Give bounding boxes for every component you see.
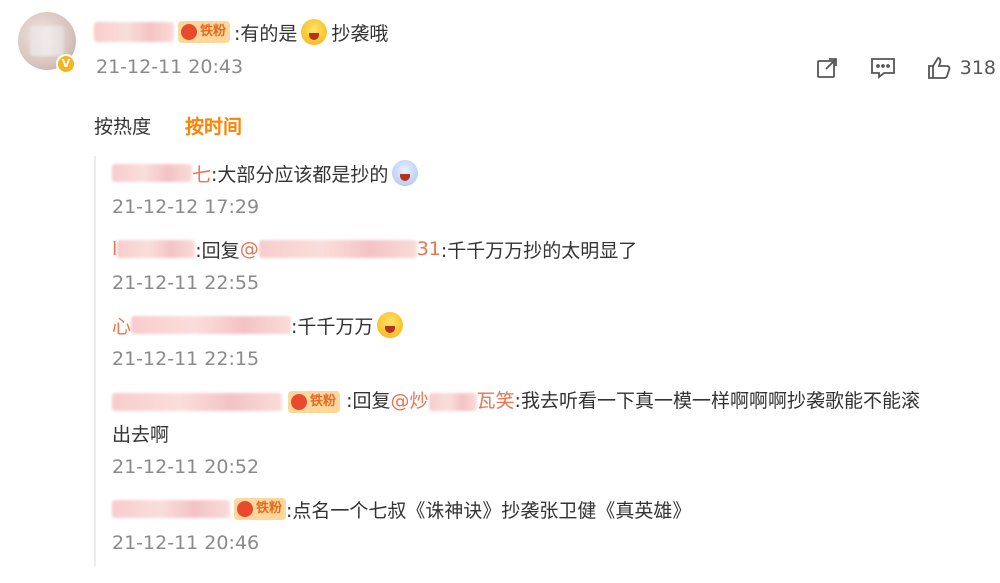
main-comment-text: :有的是 bbox=[234, 22, 298, 45]
reply-item: l :回复 @ 31 :千千万万抄的太明显了 21-12-11 22:55 bbox=[112, 234, 637, 294]
reply-username-suffix[interactable]: 七 bbox=[192, 160, 211, 187]
reply-mention-blurred[interactable] bbox=[428, 392, 477, 411]
reply-username-blurred[interactable] bbox=[131, 316, 292, 334]
reply-text-line2: 出去啊 bbox=[112, 424, 170, 446]
sort-by-hot-tab[interactable]: 按热度 bbox=[94, 112, 151, 139]
reply-time: 21-12-11 22:55 bbox=[112, 272, 260, 294]
reply-username-prefix[interactable]: 心 bbox=[112, 312, 131, 339]
fan-badge: 铁粉 bbox=[178, 21, 231, 43]
surprised-emoji-icon bbox=[301, 19, 328, 45]
reply-mention-start[interactable]: @炒 bbox=[391, 390, 429, 412]
comment-actions: 318 bbox=[784, 50, 1000, 86]
reply-thread: 七 :大部分应该都是抄的 21-12-12 17:29 l :回复 @ 31 :… bbox=[94, 156, 1000, 566]
reply-text: :我去听看一下真一模一样啊啊啊抄袭歌能不能滚 bbox=[514, 390, 920, 412]
share-icon[interactable] bbox=[814, 55, 840, 81]
reply-text: :千千万万抄的太明显了 bbox=[440, 239, 638, 262]
reply-username-blurred[interactable] bbox=[112, 164, 192, 182]
reply-time: 21-12-11 22:15 bbox=[112, 348, 260, 370]
username-blurred[interactable] bbox=[94, 22, 174, 42]
reply-time: 21-12-11 20:52 bbox=[112, 456, 260, 478]
reply-mention-start[interactable]: @ bbox=[240, 238, 259, 260]
comment-icon[interactable] bbox=[870, 55, 896, 81]
reply-time: 21-12-12 17:29 bbox=[112, 196, 260, 218]
reply-time: 21-12-11 20:46 bbox=[112, 532, 260, 554]
reply-mention-end[interactable]: 31 bbox=[417, 238, 441, 260]
reply-text: :大部分应该都是抄的 bbox=[211, 163, 389, 186]
reply-mention-end[interactable]: 瓦笑 bbox=[477, 390, 515, 412]
reply-item: 七 :大部分应该都是抄的 21-12-12 17:29 bbox=[112, 158, 419, 218]
reply-label: :回复 bbox=[346, 390, 391, 412]
verified-badge-icon: V bbox=[56, 54, 76, 74]
reply-username-blurred[interactable] bbox=[117, 240, 196, 258]
sort-bar: 按热度 按时间 bbox=[94, 112, 242, 139]
shocked-emoji-icon bbox=[392, 160, 419, 186]
reply-text: :点名一个七叔《诛神诀》抄袭张卫健《真英雄》 bbox=[286, 499, 692, 522]
laughing-crying-emoji-icon bbox=[377, 312, 404, 338]
main-comment-line: 铁粉 :有的是 抄袭哦 bbox=[94, 18, 388, 46]
reply-item: 铁粉 :回复@炒 瓦笑:我去听看一下真一模一样啊啊啊抄袭歌能不能滚 出去啊 21-… bbox=[112, 384, 992, 478]
reply-username-blurred[interactable] bbox=[112, 500, 230, 518]
thumbs-up-icon[interactable] bbox=[926, 55, 952, 81]
fan-badge: 铁粉 bbox=[234, 498, 287, 520]
reply-text: :千千万万 bbox=[291, 315, 374, 338]
like-count: 318 bbox=[959, 57, 996, 79]
reply-item: 铁粉 :点名一个七叔《诛神诀》抄袭张卫健《真英雄》 21-12-11 20:46 bbox=[112, 494, 691, 554]
reply-label: :回复 bbox=[195, 239, 240, 262]
reply-mention-blurred[interactable] bbox=[258, 240, 417, 258]
main-comment-time: 21-12-11 20:43 bbox=[96, 56, 244, 78]
sort-by-time-tab[interactable]: 按时间 bbox=[185, 112, 242, 139]
reply-item: 心 :千千万万 21-12-11 22:15 bbox=[112, 310, 404, 370]
main-comment-text-after: 抄袭哦 bbox=[331, 22, 389, 45]
fan-badge: 铁粉 bbox=[288, 390, 341, 413]
reply-username-blurred[interactable] bbox=[112, 392, 282, 411]
